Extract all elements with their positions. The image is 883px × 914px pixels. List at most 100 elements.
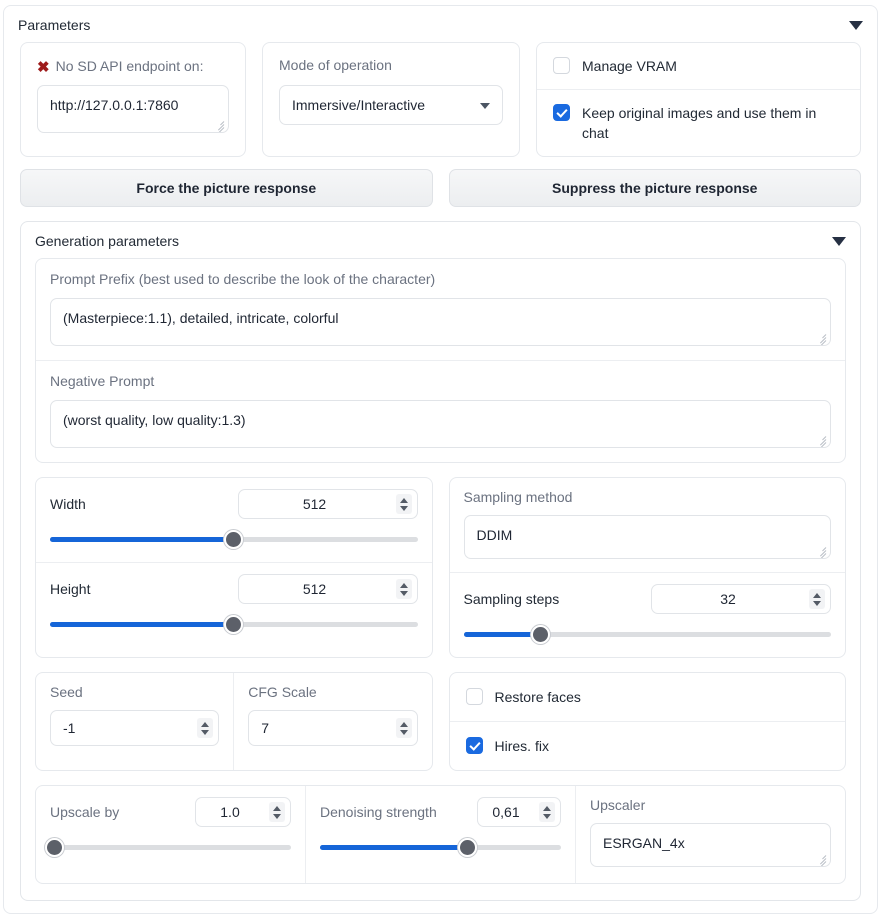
height-number-input[interactable]: 512 xyxy=(237,574,418,604)
keep-original-images-checkbox[interactable] xyxy=(553,104,570,121)
height-slider-thumb[interactable] xyxy=(224,614,244,634)
width-label: Width xyxy=(50,495,86,512)
sampling-steps-stepper[interactable] xyxy=(809,589,825,609)
cfg-scale-group: CFG Scale 7 xyxy=(233,673,431,770)
mode-of-operation-card: Mode of operation Immersive/Interactive xyxy=(262,42,520,157)
sampling-method-value: DDIM xyxy=(476,527,513,543)
cfg-scale-number-input[interactable]: 7 xyxy=(248,710,418,746)
caret-down-icon[interactable] xyxy=(832,236,846,246)
parameters-title: Parameters xyxy=(18,17,91,33)
upscale-by-slider-thumb[interactable] xyxy=(45,837,65,857)
generation-parameters-header[interactable]: Generation parameters xyxy=(21,222,860,258)
negative-prompt-textarea[interactable]: (worst quality, low quality:1.3) xyxy=(50,400,831,448)
resize-grip-icon[interactable] xyxy=(814,330,828,345)
upscale-by-slider-track xyxy=(50,844,291,850)
upscale-by-label: Upscale by xyxy=(50,803,120,820)
resize-grip-icon[interactable] xyxy=(814,432,828,447)
sampling-steps-slider-fill xyxy=(463,631,541,637)
negative-prompt-value: (worst quality, low quality:1.3) xyxy=(63,412,246,428)
resize-grip-icon[interactable] xyxy=(814,543,828,558)
caret-down-icon[interactable] xyxy=(849,20,863,30)
upscale-by-number-input[interactable]: 1.0 xyxy=(195,797,291,827)
api-status-row: ✖ No SD API endpoint on: xyxy=(37,57,229,77)
width-stepper[interactable] xyxy=(395,494,412,514)
top-cards-row: ✖ No SD API endpoint on: http://127.0.0.… xyxy=(4,42,877,169)
upscaler-input[interactable]: ESRGAN_4x xyxy=(590,823,831,867)
red-x-icon: ✖ xyxy=(37,59,50,76)
hires-fix-checkbox[interactable] xyxy=(465,737,483,754)
sampling-steps-group: Sampling steps 32 xyxy=(449,572,845,657)
mode-label: Mode of operation xyxy=(279,57,392,73)
seed-group: Seed -1 xyxy=(36,673,233,770)
image-options-card: Manage VRAM Keep original images and use… xyxy=(536,42,861,157)
mode-select[interactable]: Immersive/Interactive xyxy=(279,85,503,125)
width-value: 512 xyxy=(302,496,327,512)
sampling-method-group: Sampling method DDIM xyxy=(450,478,846,572)
prompt-prefix-label: Prompt Prefix (best used to describe the… xyxy=(50,271,436,287)
width-slider[interactable] xyxy=(50,529,418,549)
picture-response-buttons-row: Force the picture response Suppress the … xyxy=(4,169,877,221)
denoising-strength-stepper[interactable] xyxy=(539,802,555,822)
height-slider[interactable] xyxy=(50,614,418,634)
height-stepper[interactable] xyxy=(395,579,412,599)
upscaler-label: Upscaler xyxy=(590,797,646,813)
seed-number-input[interactable]: -1 xyxy=(50,710,220,746)
keep-original-images-row[interactable]: Keep original images and use them in cha… xyxy=(537,89,860,156)
dimensions-card: Width 512 Height 512 xyxy=(35,477,433,658)
size-sampling-row: Width 512 Height 512 Sampling method DDI… xyxy=(21,477,860,658)
api-endpoint-input[interactable]: http://127.0.0.1:7860 xyxy=(37,85,229,133)
face-hires-card: Restore faces Hires. fix xyxy=(448,672,846,771)
width-number-input[interactable]: 512 xyxy=(237,489,418,519)
resize-grip-icon[interactable] xyxy=(212,117,226,132)
resize-grip-icon[interactable] xyxy=(814,851,828,866)
cfg-scale-stepper[interactable] xyxy=(395,718,412,738)
denoising-strength-value: 0,61 xyxy=(492,804,520,820)
restore-faces-checkbox[interactable] xyxy=(465,688,483,705)
upscale-by-label-row: Upscale by 1.0 xyxy=(50,797,291,827)
width-group: Width 512 xyxy=(36,478,432,562)
width-label-row: Width 512 xyxy=(50,489,418,519)
seed-face-row: Seed -1 CFG Scale 7 Restore faces Hires.… xyxy=(21,658,860,771)
api-status-label: No SD API endpoint on: xyxy=(55,57,204,74)
prompt-prefix-textarea[interactable]: (Masterpiece:1.1), detailed, intricate, … xyxy=(50,298,831,346)
denoising-strength-label: Denoising strength xyxy=(320,803,437,820)
prompts-card: Prompt Prefix (best used to describe the… xyxy=(35,258,846,463)
prompt-prefix-group: Prompt Prefix (best used to describe the… xyxy=(36,259,845,360)
upscale-by-stepper[interactable] xyxy=(269,802,285,822)
upscale-by-group: Upscale by 1.0 xyxy=(36,786,305,883)
sampling-steps-slider-thumb[interactable] xyxy=(531,624,551,644)
prompt-prefix-value: (Masterpiece:1.1), detailed, intricate, … xyxy=(63,310,339,326)
sampling-steps-slider[interactable] xyxy=(463,624,831,644)
seed-value: -1 xyxy=(63,720,76,736)
manage-vram-label: Manage VRAM xyxy=(582,58,677,74)
negative-prompt-label: Negative Prompt xyxy=(50,373,155,389)
width-slider-thumb[interactable] xyxy=(224,529,244,549)
manage-vram-row[interactable]: Manage VRAM xyxy=(537,43,860,89)
api-endpoint-value: http://127.0.0.1:7860 xyxy=(50,97,179,113)
height-slider-fill xyxy=(50,621,234,627)
height-label: Height xyxy=(50,580,91,597)
api-endpoint-card: ✖ No SD API endpoint on: http://127.0.0.… xyxy=(20,42,246,157)
force-picture-response-button[interactable]: Force the picture response xyxy=(20,169,433,207)
denoising-strength-slider[interactable] xyxy=(320,837,561,857)
hires-fix-label: Hires. fix xyxy=(494,738,549,754)
sampling-steps-number-input[interactable]: 32 xyxy=(651,584,831,614)
sampling-card: Sampling method DDIM Sampling steps 32 xyxy=(448,477,846,658)
parameters-accordion-header[interactable]: Parameters xyxy=(4,6,877,42)
restore-faces-row[interactable]: Restore faces xyxy=(450,673,846,721)
denoising-strength-number-input[interactable]: 0,61 xyxy=(477,797,561,827)
hires-fix-row[interactable]: Hires. fix xyxy=(449,721,845,770)
seed-stepper[interactable] xyxy=(197,718,214,738)
chevron-down-icon[interactable] xyxy=(480,103,490,109)
suppress-picture-response-button[interactable]: Suppress the picture response xyxy=(448,169,861,207)
denoising-slider-thumb[interactable] xyxy=(457,837,477,857)
upscale-card: Upscale by 1.0 Denoising strength 0,61 U… xyxy=(35,785,846,884)
parameters-root-panel: Parameters ✖ No SD API endpoint on: http… xyxy=(3,5,878,914)
upscale-by-slider[interactable] xyxy=(45,837,291,857)
generation-parameters-title: Generation parameters xyxy=(35,233,179,249)
keep-original-images-label: Keep original images and use them in cha… xyxy=(582,105,817,141)
height-value: 512 xyxy=(302,581,327,597)
manage-vram-checkbox[interactable] xyxy=(553,57,570,74)
cfg-scale-value: 7 xyxy=(261,720,270,736)
sampling-method-input[interactable]: DDIM xyxy=(463,515,831,559)
